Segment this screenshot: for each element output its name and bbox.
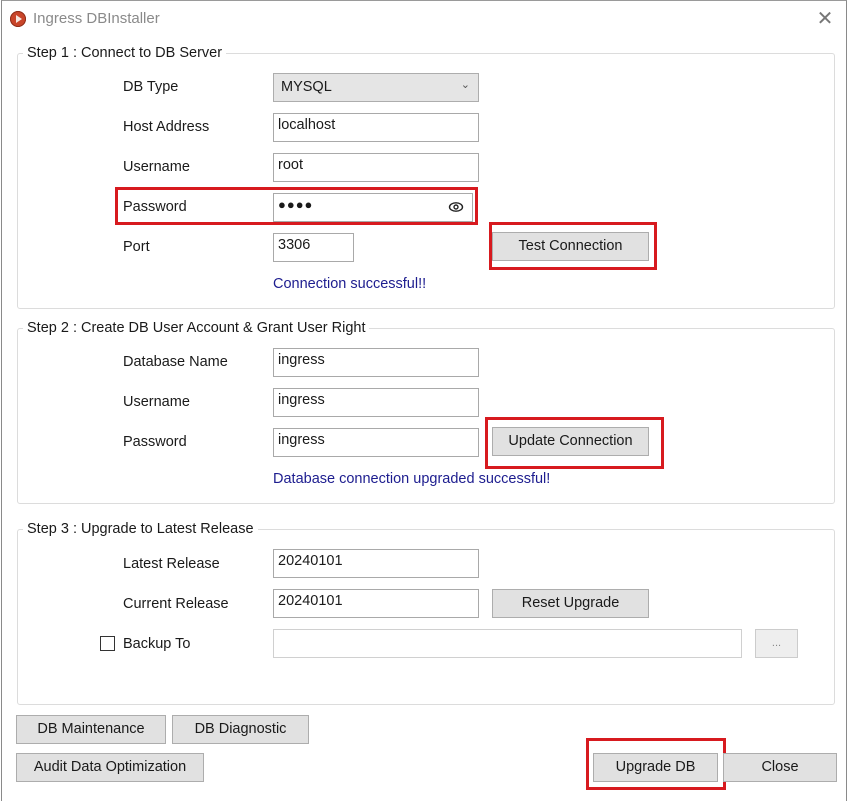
db-type-value: MYSQL [281, 79, 332, 95]
upgrade-status-message: Database connection upgraded successful! [273, 471, 551, 487]
reset-upgrade-button[interactable]: Reset Upgrade [492, 589, 649, 618]
title-bar: Ingress DBInstaller ✕ [2, 1, 846, 37]
password-masked-value: ●●●● [278, 197, 314, 212]
db-username-label: Username [123, 394, 190, 410]
db-password-input[interactable]: ingress [273, 428, 479, 457]
backup-checkbox[interactable] [100, 636, 115, 651]
step3-legend: Step 3 : Upgrade to Latest Release [27, 521, 254, 537]
current-release-label: Current Release [123, 596, 229, 612]
db-type-label: DB Type [123, 79, 179, 95]
upgrade-db-button[interactable]: Upgrade DB [593, 753, 718, 782]
browse-button[interactable]: ... [755, 629, 798, 658]
step1-legend: Step 1 : Connect to DB Server [27, 45, 223, 61]
backup-to-label: Backup To [123, 636, 191, 652]
latest-release-input[interactable]: 20240101 [273, 549, 479, 578]
backup-path-input[interactable] [273, 629, 742, 658]
eye-icon[interactable] [448, 199, 464, 215]
update-connection-button[interactable]: Update Connection [492, 427, 649, 456]
host-address-label: Host Address [123, 119, 210, 135]
window-title: Ingress DBInstaller [33, 10, 160, 27]
installer-window: Ingress DBInstaller ✕ Step 1 : Connect t… [1, 0, 847, 801]
host-address-input[interactable]: localhost [273, 113, 479, 142]
username-input[interactable]: root [273, 153, 479, 182]
close-icon[interactable]: ✕ [814, 7, 836, 29]
step2-legend: Step 2 : Create DB User Account & Grant … [27, 320, 366, 336]
latest-release-label: Latest Release [123, 556, 220, 572]
connection-status-message: Connection successful!! [273, 276, 427, 292]
audit-data-optimization-button[interactable]: Audit Data Optimization [16, 753, 204, 782]
password-input[interactable]: ●●●● [273, 193, 473, 222]
current-release-input[interactable]: 20240101 [273, 589, 479, 618]
db-type-select[interactable]: MYSQL ⌄ [273, 73, 479, 102]
db-username-input[interactable]: ingress [273, 388, 479, 417]
username-label: Username [123, 159, 190, 175]
db-diagnostic-button[interactable]: DB Diagnostic [172, 715, 309, 744]
chevron-down-icon: ⌄ [460, 79, 470, 91]
db-password-label: Password [123, 434, 187, 450]
test-connection-button[interactable]: Test Connection [492, 232, 649, 261]
port-input[interactable]: 3306 [273, 233, 354, 262]
database-name-label: Database Name [123, 354, 228, 370]
close-button[interactable]: Close [723, 753, 837, 782]
app-play-icon [10, 11, 26, 27]
db-maintenance-button[interactable]: DB Maintenance [16, 715, 166, 744]
database-name-input[interactable]: ingress [273, 348, 479, 377]
port-label: Port [123, 239, 150, 255]
password-label: Password [123, 199, 187, 215]
